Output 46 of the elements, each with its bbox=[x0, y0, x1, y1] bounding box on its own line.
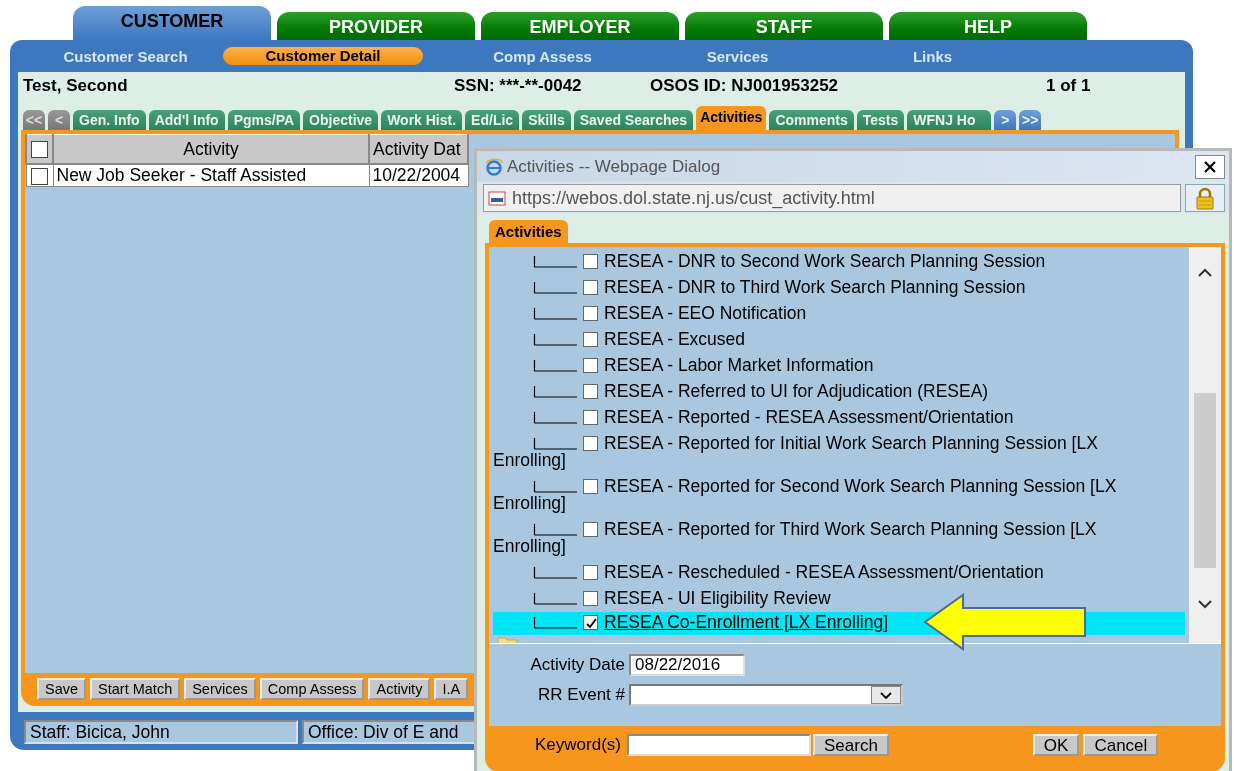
tree-item-label[interactable]: RESEA - UI Eligibility Review bbox=[493, 590, 1149, 607]
tree-item-label[interactable]: RESEA - Reported for Initial Work Search Planning Session [LX Enrolling] bbox=[493, 435, 1149, 469]
action-button[interactable]: Save bbox=[37, 678, 87, 700]
url-text: https://webos.dol.state.nj.us/cust_activity.html bbox=[512, 187, 875, 209]
subnav-link[interactable]: Services bbox=[640, 47, 835, 65]
record-count: 1 of 1 bbox=[1046, 76, 1091, 96]
tree-item-label[interactable]: RESEA - Reported - RESEA Assessment/Orientation bbox=[493, 409, 1149, 426]
action-button[interactable]: Services bbox=[184, 678, 256, 700]
subnav-link[interactable]: Links bbox=[835, 47, 1030, 65]
action-button[interactable]: Start Match bbox=[90, 678, 181, 700]
tree-item-label[interactable]: RESEA - DNR to Second Work Search Planning Session bbox=[493, 253, 1149, 270]
subnav-link[interactable]: Customer Detail bbox=[223, 47, 423, 65]
action-button[interactable]: I.A bbox=[434, 678, 469, 700]
tree-item-label[interactable]: RESEA - Labor Market Information bbox=[493, 357, 1149, 374]
dialog-tab[interactable]: Activities bbox=[489, 220, 568, 243]
ssn-text: SSN: ***-**-0042 bbox=[454, 76, 583, 96]
action-button[interactable]: Activity bbox=[368, 678, 431, 700]
ok-button[interactable]: OK bbox=[1032, 734, 1080, 756]
detail-tab[interactable]: Activities bbox=[696, 106, 767, 130]
dialog-title: Activities -- Webpage Dialog bbox=[507, 156, 722, 177]
action-button[interactable]: Comp Assess bbox=[259, 678, 365, 700]
nav-tab[interactable]: EMPLOYER bbox=[481, 12, 679, 40]
column-header[interactable]: Activity bbox=[53, 134, 369, 164]
field-label: Activity Date bbox=[529, 655, 625, 675]
search-button[interactable]: Search bbox=[812, 734, 889, 756]
tree-item-label[interactable]: RESEA - EEO Notification bbox=[493, 305, 1149, 322]
tree-item-label[interactable]: RESEA - Reported for Second Work Search Planning Session [LX Enrolling] bbox=[493, 478, 1149, 512]
nav-tab[interactable]: HELP bbox=[889, 12, 1087, 40]
field-label: RR Event # bbox=[537, 685, 625, 705]
cancel-button[interactable]: Cancel bbox=[1083, 734, 1159, 756]
column-header[interactable]: Activity Dat bbox=[369, 134, 468, 164]
tree-item-label[interactable]: RESEA - DNR to Third Work Search Planning Session bbox=[493, 279, 1149, 296]
status-field: Staff: Bicica, John bbox=[24, 720, 298, 744]
table-cell: New Job Seeker - Staff Assisted bbox=[53, 164, 369, 187]
subnav-link[interactable]: Comp Assess bbox=[445, 47, 640, 65]
nav-tab[interactable]: PROVIDER bbox=[277, 12, 475, 40]
subnav-link[interactable]: Customer Search bbox=[28, 47, 223, 65]
nav-tab[interactable]: CUSTOMER bbox=[73, 6, 271, 40]
nav-tab[interactable]: STAFF bbox=[685, 12, 883, 40]
tree-item-label[interactable]: RESEA - Referred to UI for Adjudication (RESEA) bbox=[493, 383, 1149, 400]
tree-item-label[interactable]: RESEA - Reported for Third Work Search Planning Session [LX Enrolling] bbox=[493, 521, 1149, 555]
osos-id-text: OSOS ID: NJ001953252 bbox=[650, 76, 840, 96]
tree-item-label[interactable]: RESEA - Excused bbox=[493, 331, 1149, 348]
date-field[interactable]: 08/22/2016 bbox=[629, 654, 745, 676]
customer-name: Test, Second bbox=[23, 76, 129, 96]
tree-item-label[interactable]: RESEA - Rescheduled - RESEA Assessment/Orientation bbox=[493, 564, 1149, 581]
